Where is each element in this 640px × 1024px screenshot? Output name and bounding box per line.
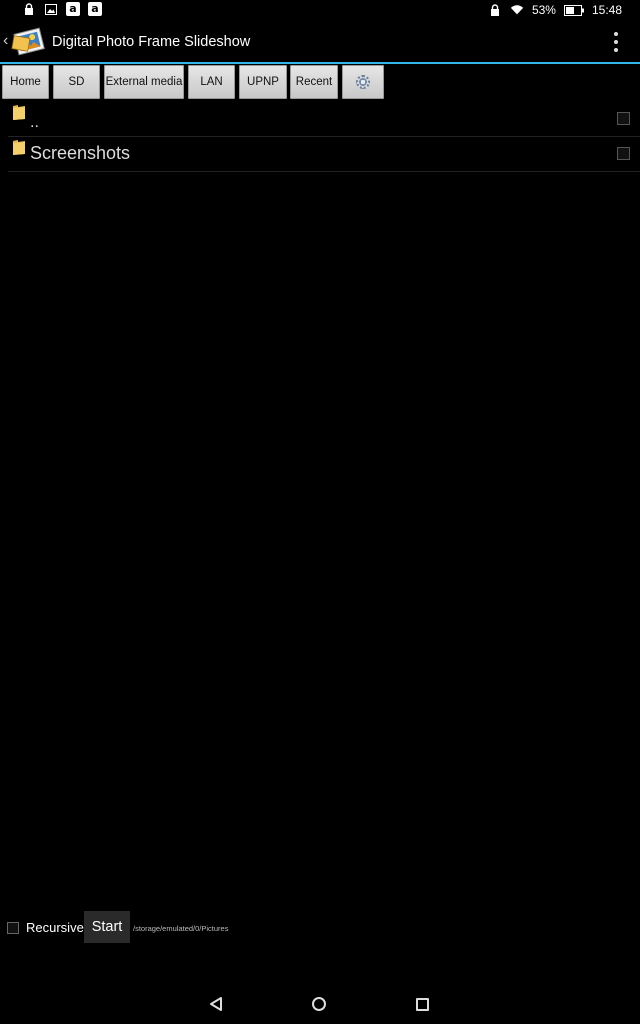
navigation-bar xyxy=(0,984,640,1024)
action-bar-divider xyxy=(0,62,640,64)
file-name: .. xyxy=(30,114,39,131)
battery-icon xyxy=(563,3,584,17)
tab-lan[interactable]: LAN xyxy=(188,65,235,99)
amazon-icon: a xyxy=(66,2,80,16)
menu-dot xyxy=(614,48,618,52)
tab-recent[interactable]: Recent xyxy=(290,65,338,99)
action-bar: ‹ Digital Photo Frame Slideshow xyxy=(0,20,640,63)
start-button[interactable]: Start xyxy=(84,911,130,943)
select-checkbox[interactable] xyxy=(617,147,630,160)
menu-dot xyxy=(614,40,618,44)
overflow-menu-icon[interactable] xyxy=(612,32,620,52)
app-logo-icon[interactable] xyxy=(11,24,47,58)
battery-percent: 53% xyxy=(531,3,556,17)
recents-icon[interactable] xyxy=(416,998,429,1011)
back-icon[interactable] xyxy=(208,996,224,1017)
status-bar: a a 53% 15:48 xyxy=(0,0,640,20)
folder-icon xyxy=(12,104,26,121)
home-icon[interactable] xyxy=(312,997,326,1011)
tab-upnp[interactable]: UPNP xyxy=(239,65,287,99)
app-title: Digital Photo Frame Slideshow xyxy=(52,34,251,50)
file-list: .. Screenshots xyxy=(8,102,640,172)
folder-icon xyxy=(12,139,26,156)
recursive-label: Recursive xyxy=(26,920,84,935)
menu-dot xyxy=(614,32,618,36)
list-item-screenshots-folder[interactable]: Screenshots xyxy=(8,137,640,172)
select-checkbox[interactable] xyxy=(617,112,630,125)
image-icon xyxy=(44,2,58,16)
notification-icons: a a xyxy=(22,2,102,16)
wifi-icon xyxy=(510,3,524,17)
clock: 15:48 xyxy=(591,3,622,17)
current-path: /storage/emulated/0/Pictures xyxy=(133,924,229,933)
system-status: 53% 15:48 xyxy=(488,2,622,18)
lock-icon xyxy=(488,3,502,17)
tab-external-media[interactable]: External media xyxy=(104,65,184,99)
settings-gear-icon xyxy=(356,75,370,89)
tab-home[interactable]: Home xyxy=(2,65,49,99)
tab-sd[interactable]: SD xyxy=(53,65,100,99)
recursive-checkbox[interactable] xyxy=(7,922,19,934)
lock-icon xyxy=(22,2,36,16)
settings-button[interactable] xyxy=(342,65,384,99)
file-name: Screenshots xyxy=(30,143,131,163)
up-navigation-chevron-icon[interactable]: ‹ xyxy=(3,31,8,51)
amazon-icon: a xyxy=(88,2,102,16)
bottom-controls: Recursive Start /storage/emulated/0/Pict… xyxy=(0,911,640,943)
list-item-parent-folder[interactable]: .. xyxy=(8,102,640,137)
